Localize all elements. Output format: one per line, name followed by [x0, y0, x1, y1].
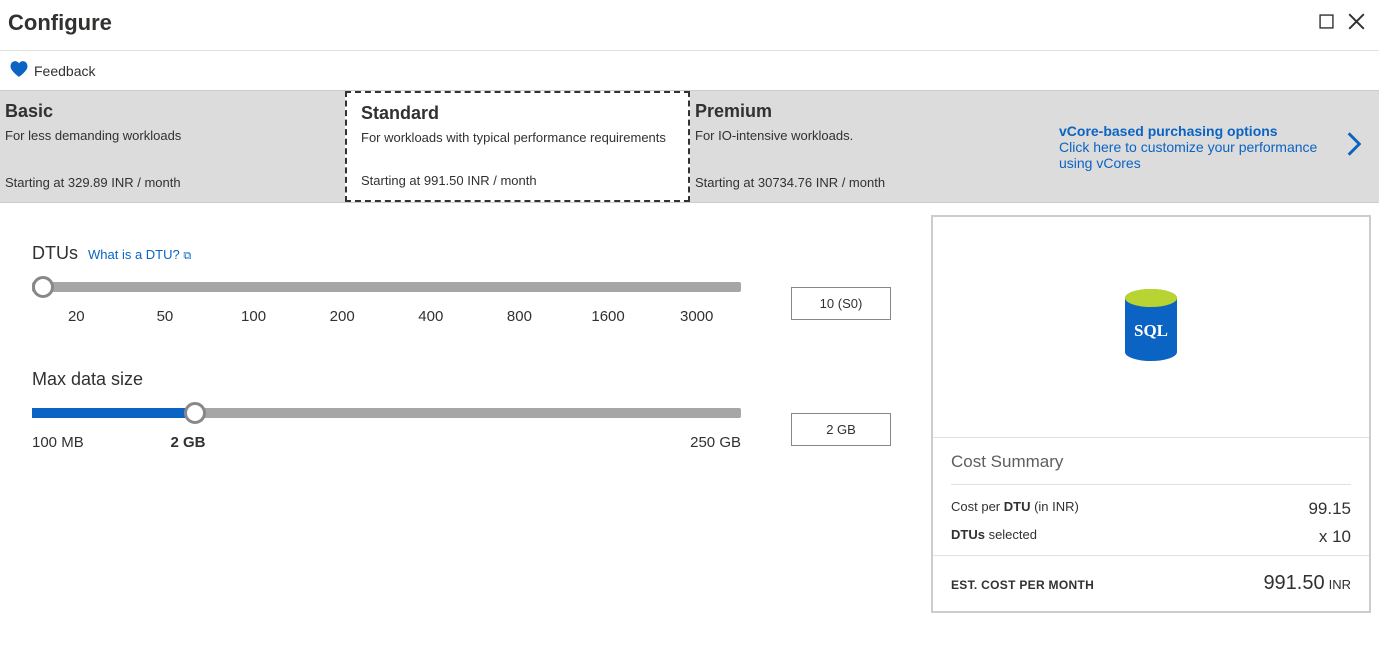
close-icon[interactable]: [1348, 13, 1365, 33]
tier-title: Standard: [361, 103, 676, 124]
size-label: Max data size: [32, 369, 143, 390]
dtu-slider[interactable]: 20 50 100 200 400 800 1600 3000: [32, 282, 741, 325]
size-min: 100 MB: [32, 434, 84, 451]
size-max: 250 GB: [690, 434, 741, 451]
feedback-link[interactable]: Feedback: [0, 51, 1379, 90]
vcore-title: vCore-based purchasing options: [1059, 123, 1278, 139]
dtu-value-box[interactable]: 10 (S0): [791, 287, 891, 320]
cost-total-amount: 991.50: [1263, 572, 1324, 594]
tier-price: Starting at 329.89 INR / month: [5, 175, 331, 190]
cost-illustration: SQL: [933, 217, 1369, 437]
dtu-label: DTUs: [32, 243, 78, 264]
slider-thumb[interactable]: [32, 276, 54, 298]
cost-body: Cost Summary Cost per DTU (in INR) 99.15…: [933, 437, 1369, 555]
vcore-subtitle: Click here to customize your performance…: [1059, 139, 1317, 171]
size-slider[interactable]: 100 MB 2 GB 250 GB: [32, 408, 741, 451]
blade-header: Configure: [0, 0, 1379, 51]
cost-total-row: EST. COST PER MONTH 991.50 INR: [933, 555, 1369, 611]
heart-icon: [10, 61, 28, 80]
tier-price: Starting at 991.50 INR / month: [361, 173, 676, 188]
tier-title: Basic: [5, 101, 331, 122]
size-block: Max data size 100 MB 2 GB 250 GB 2 GB: [32, 369, 891, 451]
feedback-label: Feedback: [34, 63, 95, 79]
dtu-ticks: 20 50 100 200 400 800 1600 3000: [32, 292, 741, 325]
cost-panel: SQL Cost Summary Cost per DTU (in INR) 9…: [931, 215, 1371, 613]
dtu-block: DTUs What is a DTU? ⧉ 20 50 100: [32, 243, 891, 325]
tier-basic[interactable]: Basic For less demanding workloads Start…: [0, 91, 345, 202]
size-value-box[interactable]: 2 GB: [791, 413, 891, 446]
sliders-column: DTUs What is a DTU? ⧉ 20 50 100: [0, 203, 931, 613]
dtus-selected-value: x 10: [1319, 527, 1351, 547]
sql-database-icon: SQL: [1120, 288, 1182, 366]
dtu-help-link[interactable]: What is a DTU? ⧉: [88, 247, 191, 263]
window-controls: [1319, 13, 1365, 33]
cost-total-label: EST. COST PER MONTH: [951, 578, 1094, 592]
tier-price: Starting at 30734.76 INR / month: [695, 175, 1021, 190]
maximize-icon[interactable]: [1319, 14, 1334, 32]
tier-subtitle: For IO-intensive workloads.: [695, 128, 1021, 143]
cost-per-dtu-row: Cost per DTU (in INR) 99.15: [951, 495, 1351, 523]
dtus-selected-row: DTUs selected x 10: [951, 523, 1351, 551]
cost-per-dtu-value: 99.15: [1308, 499, 1351, 519]
tier-standard[interactable]: Standard For workloads with typical perf…: [345, 91, 690, 202]
size-selected: 2 GB: [170, 434, 205, 451]
tier-subtitle: For less demanding workloads: [5, 128, 331, 143]
cost-total-currency: INR: [1329, 577, 1351, 592]
vcore-text: vCore-based purchasing options Click her…: [1059, 123, 1347, 171]
page-title: Configure: [8, 10, 112, 36]
tier-premium[interactable]: Premium For IO-intensive workloads. Star…: [690, 91, 1035, 202]
external-link-icon: ⧉: [183, 250, 191, 262]
tier-subtitle: For workloads with typical performance r…: [361, 130, 676, 145]
config-body: DTUs What is a DTU? ⧉ 20 50 100: [0, 203, 1379, 613]
vcore-link[interactable]: vCore-based purchasing options Click her…: [1035, 91, 1379, 202]
svg-text:SQL: SQL: [1134, 321, 1168, 340]
tier-title: Premium: [695, 101, 1021, 122]
tier-selector: Basic For less demanding workloads Start…: [0, 90, 1379, 203]
cost-summary-title: Cost Summary: [951, 452, 1351, 485]
chevron-right-icon: [1347, 132, 1361, 162]
size-ticks: 100 MB 2 GB 250 GB: [32, 418, 741, 451]
